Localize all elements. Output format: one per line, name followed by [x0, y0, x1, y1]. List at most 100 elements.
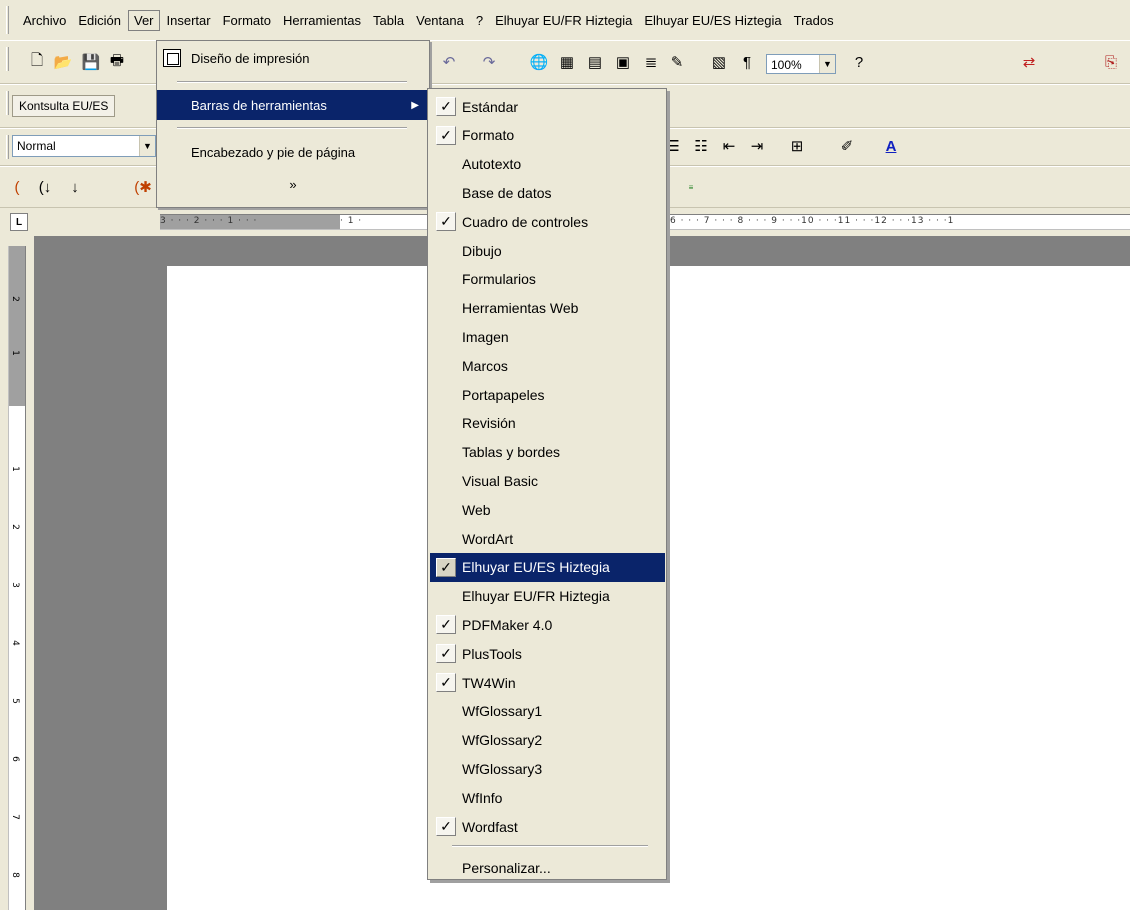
- chevron-down-icon[interactable]: ▼: [139, 136, 155, 156]
- open-folder-icon[interactable]: 📂: [52, 51, 74, 73]
- insert-table-icon[interactable]: ▤: [584, 51, 606, 73]
- menu-expand[interactable]: »: [157, 169, 429, 199]
- menu-item-toolbar[interactable]: ✓WfGlossary3: [430, 754, 665, 783]
- help-icon[interactable]: ?: [848, 51, 870, 73]
- menu-tabla[interactable]: Tabla: [368, 11, 409, 30]
- pdf-icon[interactable]: ⎘: [1100, 51, 1122, 73]
- kontsulta-button[interactable]: Kontsulta EU/ES: [12, 95, 116, 117]
- plustools-icon[interactable]: ≡: [680, 176, 702, 198]
- menu-item-toolbar[interactable]: ✓ Formato: [430, 121, 665, 150]
- trados-open-icon[interactable]: (: [6, 176, 28, 198]
- menu-herramientas[interactable]: Herramientas: [278, 11, 366, 30]
- checkmark-icon: ✓: [436, 212, 456, 232]
- menu-item-label: Diseño de impresión: [191, 50, 310, 66]
- menu-trados[interactable]: Trados: [789, 11, 839, 30]
- insert-excel-icon[interactable]: ▣: [612, 51, 634, 73]
- ruler-right-labels: · 1 ·: [340, 216, 363, 226]
- menu-item-label: WfGlossary1: [462, 703, 543, 720]
- trados-get-icon[interactable]: ↓: [64, 176, 86, 198]
- style-combo[interactable]: Normal ▼: [12, 135, 156, 157]
- menu-item-personalizar[interactable]: Personalizar...: [430, 853, 665, 882]
- tables-borders-icon[interactable]: ▦: [556, 51, 578, 73]
- menu-item-toolbar[interactable]: ✓WfGlossary2: [430, 726, 665, 755]
- menu-item-toolbar[interactable]: ✓Tablas y bordes: [430, 438, 665, 467]
- checkmark-icon: ✓: [436, 125, 456, 145]
- menu-item-label: Elhuyar EU/FR Hiztegia: [462, 588, 610, 605]
- document-map-icon[interactable]: ▧: [708, 51, 730, 73]
- toolbar-grip[interactable]: [6, 91, 9, 115]
- menu-item-label: Wordfast: [462, 818, 518, 835]
- ruler-label: 2: [9, 296, 20, 302]
- menu-item-label: WfInfo: [462, 789, 503, 806]
- menu-item-toolbar[interactable]: ✓Imagen: [430, 322, 665, 351]
- toolbar-grip[interactable]: [6, 47, 9, 71]
- menu-item-toolbar[interactable]: ✓Revisión: [430, 409, 665, 438]
- trados-set-close-icon[interactable]: (✱: [132, 176, 154, 198]
- menu-item-diseno-impresion[interactable]: Diseño de impresión: [157, 43, 429, 73]
- chevron-down-icon[interactable]: ▼: [819, 55, 835, 73]
- menu-item-toolbar[interactable]: ✓WfInfo: [430, 783, 665, 812]
- ruler-label: 1: [9, 466, 20, 472]
- menu-item-toolbar[interactable]: ✓WfGlossary1: [430, 697, 665, 726]
- menu-item-toolbar[interactable]: ✓Autotexto: [430, 150, 665, 179]
- menu-item-label: Imagen: [462, 328, 509, 345]
- redo-icon[interactable]: ↷: [478, 51, 500, 73]
- menu-item-toolbar[interactable]: ✓Base de datos: [430, 178, 665, 207]
- menu-item-toolbar[interactable]: ✓Herramientas Web: [430, 294, 665, 323]
- vertical-ruler[interactable]: 2 1 1 2 3 4 5 6 7 8: [8, 246, 26, 910]
- menu-ventana[interactable]: Ventana: [411, 11, 469, 30]
- hyperlink-icon[interactable]: 🌐: [528, 51, 550, 73]
- menu-item-toolbar[interactable]: ✓Web: [430, 495, 665, 524]
- menubar-grip[interactable]: [6, 6, 9, 34]
- drawing-icon[interactable]: ✎: [666, 51, 688, 73]
- undo-icon[interactable]: ↶: [438, 51, 460, 73]
- show-hide-icon[interactable]: ¶: [736, 51, 758, 73]
- menu-item-toolbar[interactable]: ✓ Wordfast: [430, 812, 665, 841]
- menu-item-toolbar[interactable]: ✓ TW4Win: [430, 668, 665, 697]
- menu-item-toolbar[interactable]: ✓ PDFMaker 4.0: [430, 610, 665, 639]
- save-icon[interactable]: 💾: [80, 51, 102, 73]
- bullets-icon[interactable]: ☷: [690, 135, 712, 157]
- tab-selector[interactable]: L: [10, 213, 28, 231]
- menu-item-toolbar[interactable]: ✓Visual Basic: [430, 466, 665, 495]
- font-color-icon[interactable]: A: [880, 135, 902, 157]
- ruler-label: 6: [9, 756, 20, 762]
- print-icon[interactable]: 🖶: [106, 51, 128, 73]
- new-document-icon[interactable]: 🗋: [26, 51, 48, 73]
- menu-item-encabezado[interactable]: Encabezado y pie de página: [157, 137, 429, 167]
- menu-separator: [177, 127, 407, 129]
- menu-item-toolbar[interactable]: ✓Dibujo: [430, 236, 665, 265]
- checkmark-icon: ✓: [436, 673, 456, 692]
- trados-open-get-icon[interactable]: (↓: [34, 176, 56, 198]
- menu-item-toolbar[interactable]: ✓ Estándar: [430, 92, 665, 121]
- decrease-indent-icon[interactable]: ⇤: [718, 135, 740, 157]
- checkmark-icon: ✓: [436, 557, 456, 577]
- menu-item-toolbar[interactable]: ✓Formularios: [430, 265, 665, 294]
- menu-insertar[interactable]: Insertar: [162, 11, 216, 30]
- menu-item-toolbar[interactable]: ✓Elhuyar EU/FR Hiztegia: [430, 582, 665, 611]
- menu-item-barras-herramientas[interactable]: Barras de herramientas ▶: [157, 90, 429, 120]
- zoom-combo[interactable]: 100% ▼: [766, 54, 836, 74]
- ver-menu: Diseño de impresión Barras de herramient…: [156, 40, 430, 208]
- menu-ver[interactable]: Ver: [128, 9, 160, 31]
- menu-help[interactable]: ?: [471, 11, 488, 30]
- menu-item-toolbar[interactable]: ✓Portapapeles: [430, 380, 665, 409]
- toolbar-grip[interactable]: [6, 135, 9, 159]
- checkmark-icon: ✓: [436, 817, 456, 836]
- menu-formato[interactable]: Formato: [218, 11, 276, 30]
- menu-item-toolbar[interactable]: ✓WordArt: [430, 524, 665, 553]
- increase-indent-icon[interactable]: ⇥: [746, 135, 768, 157]
- borders-icon[interactable]: ⊞: [786, 135, 808, 157]
- menu-elhuyar-eu-fr[interactable]: Elhuyar EU/FR Hiztegia: [490, 11, 637, 30]
- menu-elhuyar-eu-es[interactable]: Elhuyar EU/ES Hiztegia: [639, 11, 786, 30]
- highlight-icon[interactable]: ✐: [836, 135, 858, 157]
- menu-item-toolbar[interactable]: ✓ PlusTools: [430, 639, 665, 668]
- menu-item-toolbar[interactable]: ✓ Elhuyar EU/ES Hiztegia: [430, 552, 665, 582]
- wordfast-icon[interactable]: ⇄: [1018, 51, 1040, 73]
- menu-edicion[interactable]: Edición: [73, 11, 126, 30]
- menu-item-toolbar[interactable]: ✓Marcos: [430, 351, 665, 380]
- zoom-value: 100%: [771, 58, 802, 72]
- menu-archivo[interactable]: Archivo: [18, 11, 71, 30]
- columns-icon[interactable]: ≣: [640, 51, 662, 73]
- menu-item-toolbar[interactable]: ✓ Cuadro de controles: [430, 207, 665, 236]
